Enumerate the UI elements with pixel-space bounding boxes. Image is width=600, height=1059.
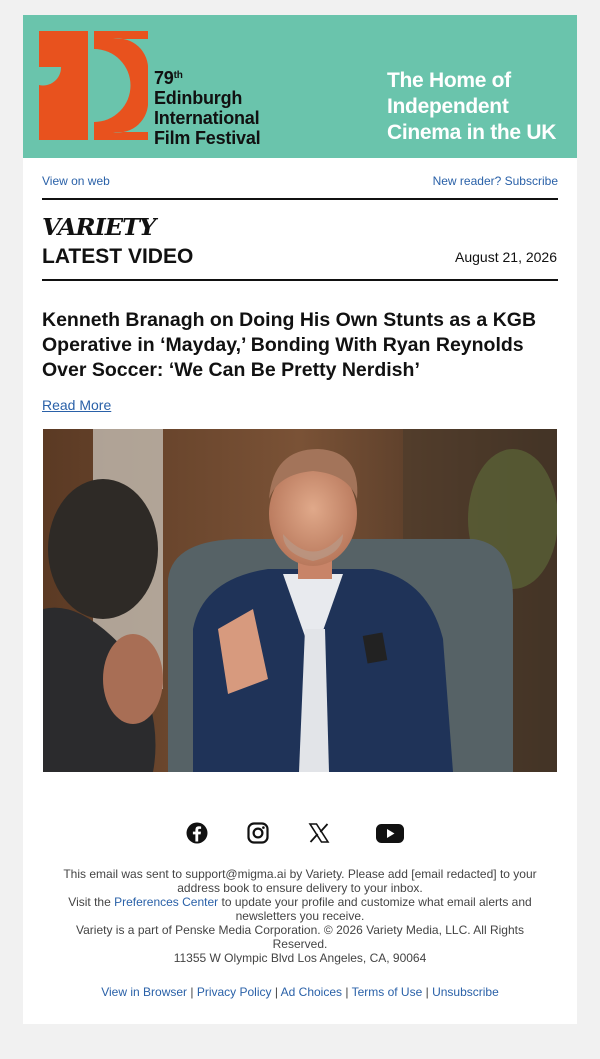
- festival-tagline: The Home of Independent Cinema in the UK: [387, 69, 557, 144]
- divider: [42, 198, 558, 200]
- email-card: 79th Edinburgh International Film Festiv…: [23, 15, 577, 1024]
- festival-logo: [39, 31, 148, 140]
- video-thumbnail-image[interactable]: [43, 429, 557, 772]
- ad-choices-link[interactable]: Ad Choices: [281, 985, 342, 999]
- festival-name: 79th Edinburgh International Film Festiv…: [154, 68, 261, 148]
- top-links: View on web New reader? Subscribe: [42, 174, 558, 188]
- subscribe-link[interactable]: New reader? Subscribe: [433, 174, 558, 188]
- terms-of-use-link[interactable]: Terms of Use: [352, 985, 423, 999]
- x-icon[interactable]: [307, 821, 331, 845]
- footer-line: Visit the Preferences Center to update y…: [68, 895, 532, 923]
- privacy-policy-link[interactable]: Privacy Policy: [197, 985, 272, 999]
- footer-disclaimer: This email was sent to support@migma.ai …: [53, 867, 547, 965]
- divider: [42, 279, 558, 281]
- facebook-icon[interactable]: [185, 821, 209, 845]
- unsubscribe-link[interactable]: Unsubscribe: [432, 985, 499, 999]
- youtube-icon[interactable]: [375, 821, 405, 845]
- festival-banner[interactable]: 79th Edinburgh International Film Festiv…: [23, 15, 577, 158]
- footer-line: This email was sent to support@migma.ai …: [63, 867, 537, 895]
- instagram-icon[interactable]: [246, 821, 270, 845]
- preferences-center-link[interactable]: Preferences Center: [114, 895, 218, 909]
- issue-date: August 21, 2026: [455, 249, 557, 265]
- variety-logo[interactable]: VARIETY: [42, 214, 156, 241]
- footer-links: View in Browser | Privacy Policy | Ad Ch…: [101, 985, 499, 999]
- view-on-web-link[interactable]: View on web: [42, 174, 110, 188]
- article-headline[interactable]: Kenneth Branagh on Doing His Own Stunts …: [42, 308, 558, 383]
- footer-line: Variety is a part of Penske Media Corpor…: [76, 923, 524, 951]
- section-title: LATEST VIDEO: [42, 245, 194, 268]
- footer-address: 11355 W Olympic Blvd Los Angeles, CA, 90…: [173, 951, 427, 965]
- view-in-browser-link[interactable]: View in Browser: [101, 985, 187, 999]
- read-more-link[interactable]: Read More: [42, 397, 111, 413]
